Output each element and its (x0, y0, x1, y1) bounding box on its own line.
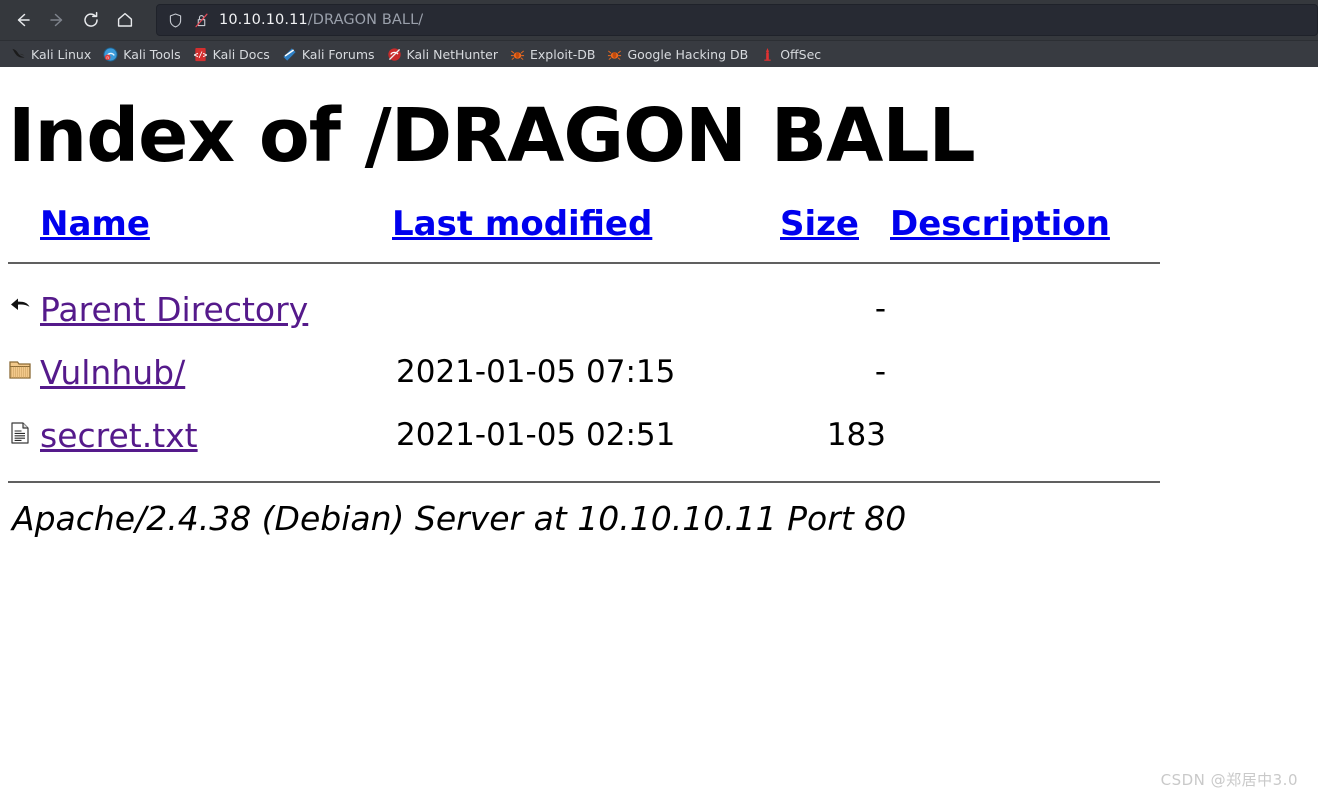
kali-docs-icon: </> (193, 47, 207, 61)
row-size-cell: 183 (826, 417, 886, 454)
bookmark-kali-tools[interactable]: n Kali Tools (98, 45, 187, 64)
kali-dragon-icon (12, 48, 25, 58)
sort-by-date-link[interactable]: Last modified (392, 204, 652, 244)
home-icon (117, 12, 133, 27)
footer-divider-row (8, 467, 1168, 497)
address-bar[interactable]: 10.10.10.11/DRAGON BALL/ (156, 4, 1318, 36)
sort-by-name-link[interactable]: Name (40, 204, 150, 244)
folder-icon (9, 361, 31, 379)
kali-nethunter-icon (387, 47, 401, 61)
index-table: Name Last modified Size Description Pare… (8, 204, 1168, 497)
column-header-description: Description (890, 204, 1168, 248)
row-size-cell: - (874, 291, 886, 328)
header-icon-spacer (8, 204, 40, 248)
page-title: Index of /DRAGON BALL (8, 93, 976, 179)
bookmark-kali-docs[interactable]: </> Kali Docs (188, 45, 277, 64)
home-button[interactable] (108, 3, 142, 37)
row-description-cell (890, 278, 1168, 341)
directory-listing: Name Last modified Size Description Pare… (0, 204, 1318, 538)
sort-by-description-link[interactable]: Description (890, 204, 1110, 244)
bookmarks-toolbar: Kali Linux n Kali Tools </> Kali Docs Ka… (0, 40, 1318, 67)
bookmark-label: Kali Tools (123, 46, 181, 62)
link-parent-directory[interactable]: Parent Directory (40, 290, 308, 329)
csdn-watermark: CSDN @郑居中3.0 (1160, 771, 1298, 789)
bookmark-label: Kali NetHunter (406, 46, 499, 62)
forward-arrow-icon (50, 13, 63, 27)
table-row: secret.txt 2021-01-05 02:51 183 (8, 404, 1168, 467)
kali-forums-icon (283, 47, 296, 61)
row-name-cell: Vulnhub/ (40, 341, 392, 404)
row-size-cell: - (874, 354, 886, 391)
exploit-db-icon (510, 50, 525, 60)
bookmark-label: Kali Linux (31, 46, 92, 62)
google-hacking-db-icon (608, 50, 622, 60)
row-date-cell (392, 278, 780, 341)
page-content: Index of /DRAGON BALL Name Last modified… (0, 67, 1318, 802)
link-vulnhub-folder[interactable]: Vulnhub/ (40, 353, 185, 392)
row-name-cell: Parent Directory (40, 278, 392, 341)
reload-icon (84, 11, 98, 27)
row-icon-cell (8, 404, 40, 467)
column-header-name: Name (40, 204, 392, 248)
back-arrow-icon (17, 13, 30, 27)
header-divider-row (8, 248, 1168, 278)
kali-tools-icon: n (103, 46, 118, 62)
url-bar-container: 10.10.10.11/DRAGON BALL/ (156, 4, 1318, 36)
column-header-size: Size (780, 204, 890, 248)
bookmark-label: OffSec (780, 46, 822, 62)
header-horizontal-rule (8, 261, 1160, 264)
row-icon-cell (8, 341, 40, 404)
parent-directory-icon (11, 298, 30, 310)
text-file-icon (11, 422, 29, 444)
row-date-cell: 2021-01-05 07:15 (396, 354, 676, 391)
reload-button[interactable] (74, 3, 108, 37)
column-header-last-modified: Last modified (392, 204, 780, 248)
bookmark-label: Kali Forums (301, 46, 375, 62)
bookmark-kali-nethunter[interactable]: Kali NetHunter (382, 45, 505, 64)
bookmark-offsec[interactable]: OffSec (755, 45, 828, 64)
url-text: 10.10.10.11/DRAGON BALL/ (219, 12, 423, 28)
server-signature: Apache/2.4.38 (Debian) Server at 10.10.1… (12, 498, 907, 538)
insecure-lock-crossed-icon[interactable] (193, 12, 210, 29)
bookmark-google-hacking-db[interactable]: Google Hacking DB (602, 45, 755, 64)
bookmark-label: Google Hacking DB (627, 46, 749, 62)
svg-text:</>: </> (193, 50, 207, 59)
row-date-cell: 2021-01-05 02:51 (396, 417, 676, 454)
url-host: 10.10.10.11 (219, 12, 308, 28)
offsec-icon (764, 47, 771, 61)
bookmark-kali-linux[interactable]: Kali Linux (6, 45, 98, 64)
svg-text:n: n (107, 54, 110, 59)
url-path: /DRAGON BALL/ (307, 12, 424, 28)
link-secret-txt[interactable]: secret.txt (40, 416, 198, 455)
navigation-toolbar: 10.10.10.11/DRAGON BALL/ (0, 0, 1318, 40)
bookmark-label: Exploit-DB (530, 46, 596, 62)
row-name-cell: secret.txt (40, 404, 392, 467)
bookmark-kali-forums[interactable]: Kali Forums (277, 45, 382, 64)
table-header-row: Name Last modified Size Description (8, 204, 1168, 248)
back-button[interactable] (6, 3, 40, 37)
bookmark-label: Kali Docs (212, 46, 270, 62)
forward-button[interactable] (40, 3, 74, 37)
row-icon-cell (8, 278, 40, 341)
browser-chrome: 10.10.10.11/DRAGON BALL/ Kali Linux n Ka… (0, 0, 1318, 67)
row-description-cell (890, 404, 1168, 467)
bookmark-exploit-db[interactable]: Exploit-DB (505, 45, 602, 64)
table-row: Parent Directory - (8, 278, 1168, 341)
table-row: Vulnhub/ 2021-01-05 07:15 - (8, 341, 1168, 404)
tracking-protection-shield-icon[interactable] (167, 12, 184, 29)
row-description-cell (890, 341, 1168, 404)
sort-by-size-link[interactable]: Size (780, 204, 859, 244)
footer-horizontal-rule (8, 480, 1160, 483)
